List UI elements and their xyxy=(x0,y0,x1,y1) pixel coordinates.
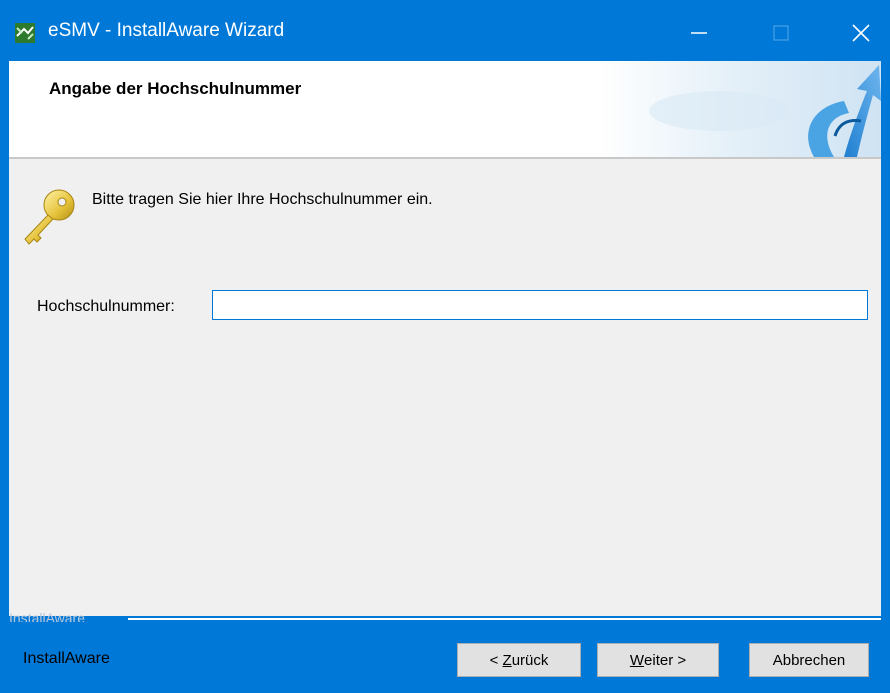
wizard-footer: InstallAware < Zurück Weiter > Abbrechen xyxy=(9,622,881,693)
wizard-header: Angabe der Hochschulnummer xyxy=(9,61,881,157)
back-button-prefix: < xyxy=(489,651,503,669)
maximize-icon xyxy=(773,25,789,41)
next-button-rest: eiter xyxy=(644,651,674,669)
footer-divider xyxy=(128,618,881,620)
next-button[interactable]: Weiter > xyxy=(597,643,719,677)
installaware-arrow-logo xyxy=(599,61,881,157)
installer-window: eSMV - InstallAware Wizard Angabe der Ho… xyxy=(0,0,890,693)
page-title: Angabe der Hochschulnummer xyxy=(49,79,302,98)
next-button-suffix: > xyxy=(673,651,687,669)
back-button-rest: urück xyxy=(511,651,549,669)
cancel-button[interactable]: Abbrechen xyxy=(749,643,869,677)
installer-icon xyxy=(15,23,35,43)
installaware-label: InstallAware xyxy=(23,650,110,667)
hochschulnummer-label: Hochschulnummer: xyxy=(37,298,175,315)
back-button-mnemonic: Z xyxy=(502,651,512,669)
key-icon xyxy=(24,189,75,245)
window-title: eSMV - InstallAware Wizard xyxy=(48,20,285,41)
maximize-button xyxy=(752,8,810,58)
minimize-icon xyxy=(691,32,707,34)
hochschulnummer-input[interactable] xyxy=(212,290,868,320)
wizard-content: Bitte tragen Sie hier Ihre Hochschulnumm… xyxy=(9,159,881,616)
close-button[interactable] xyxy=(832,8,890,58)
close-icon xyxy=(852,24,870,42)
back-button[interactable]: < Zurück xyxy=(457,643,581,677)
intro-text: Bitte tragen Sie hier Ihre Hochschulnumm… xyxy=(92,191,433,208)
cancel-button-label: Abbrechen xyxy=(772,651,846,669)
next-button-mnemonic: W xyxy=(629,651,645,669)
title-bar[interactable]: eSMV - InstallAware Wizard xyxy=(0,0,890,61)
minimize-button[interactable] xyxy=(670,8,728,58)
